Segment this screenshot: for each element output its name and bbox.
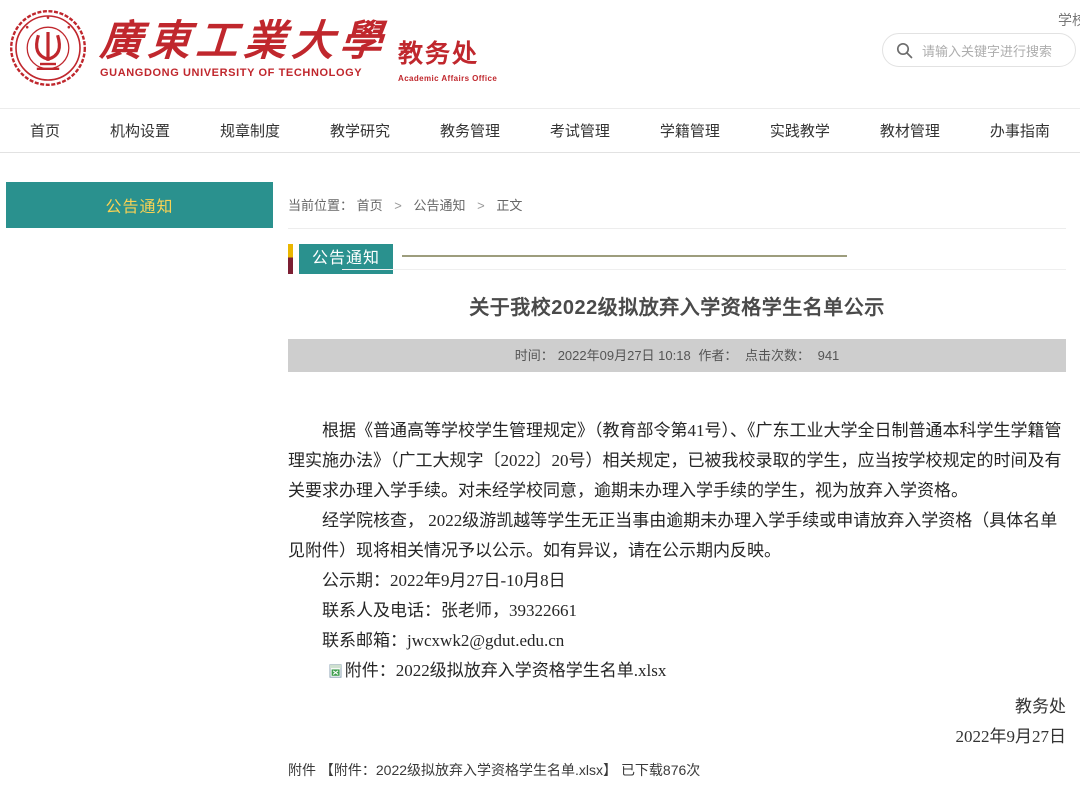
main-area: 公告通知 当前位置： 首页 > 公告通知 > 正文 公告通知 关于我校2022级…: [0, 153, 1080, 780]
breadcrumb-announcements[interactable]: 公告通知: [414, 198, 466, 213]
section-rule-light: [342, 269, 1066, 270]
breadcrumb-separator: >: [394, 198, 402, 213]
attachment-label: 附件：: [345, 661, 396, 680]
article-paragraph: 根据《普通高等学校学生管理规定》（教育部令第41号）、《广东工业大学全日制普通本…: [288, 416, 1066, 506]
article-meta-bar: 时间： 2022年09月27日 10:18 作者： 点击次数： 941: [288, 339, 1066, 372]
nav-item-organization[interactable]: 机构设置: [110, 120, 170, 141]
office-name-english: Academic Affairs Office: [398, 74, 497, 83]
sidebar-item-announcements[interactable]: 公告通知: [6, 182, 273, 228]
signature-department: 教务处: [288, 692, 1066, 722]
university-name: 廣東工業大學 GUANGDONG UNIVERSITY OF TECHNOLOG…: [100, 8, 388, 79]
meta-author-label: 作者：: [698, 348, 737, 363]
article-signature: 教务处 2022年9月27日: [288, 692, 1066, 752]
office-name-chinese: 教务处: [398, 34, 497, 70]
article-publicity-period: 公示期：2022年9月27日-10月8日: [288, 566, 1066, 596]
section-rule-olive: [402, 255, 847, 257]
footer-attachment: 附件 【附件：2022级拟放弃入学资格学生名单.xlsx】 已下载876次: [288, 760, 1066, 780]
breadcrumb-separator: >: [477, 198, 485, 213]
article-contact-email: 联系邮箱：jwcxwk2@gdut.edu.cn: [288, 626, 1066, 656]
main-navigation: 首页 机构设置 规章制度 教学研究 教务管理 考试管理 学籍管理 实践教学 教材…: [0, 108, 1080, 153]
attachment-file-link[interactable]: 2022级拟放弃入学资格学生名单.xlsx: [396, 661, 667, 680]
footer-attachment-label: 附件: [288, 762, 316, 778]
nav-item-student-status[interactable]: 学籍管理: [660, 120, 720, 141]
meta-time-label: 时间：: [515, 348, 554, 363]
breadcrumb: 当前位置： 首页 > 公告通知 > 正文: [288, 153, 1066, 229]
university-name-chinese: 廣東工業大學: [98, 20, 389, 64]
nav-item-academic-affairs[interactable]: 教务管理: [440, 120, 500, 141]
section-rules: [402, 244, 1066, 276]
university-logo[interactable]: 廣東工業大學 GUANGDONG UNIVERSITY OF TECHNOLOG…: [8, 8, 497, 88]
page-title: 关于我校2022级拟放弃入学资格学生名单公示: [288, 291, 1066, 320]
nav-item-teaching-research[interactable]: 教学研究: [330, 120, 390, 141]
site-header: 廣東工業大學 GUANGDONG UNIVERSITY OF TECHNOLOG…: [0, 0, 1080, 108]
nav-item-practical-teaching[interactable]: 实践教学: [770, 120, 830, 141]
footer-attachment-downloads: 已下载876次: [621, 762, 700, 778]
section-accent-bar: [288, 244, 293, 274]
article-paragraph: 经学院核查， 2022级游凯越等学生无正当事由逾期未办理入学手续或申请放弃入学资…: [288, 506, 1066, 566]
top-link-school[interactable]: 学校: [1058, 10, 1080, 30]
university-name-english: GUANGDONG UNIVERSITY OF TECHNOLOGY: [100, 67, 388, 79]
article-body: 根据《普通高等学校学生管理规定》（教育部令第41号）、《广东工业大学全日制普通本…: [288, 416, 1066, 686]
search-placeholder: 请输入关键字进行搜索: [922, 41, 1052, 60]
attachment-line: 附件：2022级拟放弃入学资格学生名单.xlsx: [288, 656, 1066, 686]
meta-clicks-value: 941: [818, 348, 840, 363]
excel-file-icon: [329, 664, 343, 678]
nav-item-home[interactable]: 首页: [30, 120, 60, 141]
breadcrumb-prefix: 当前位置：: [288, 198, 353, 213]
university-seal-icon: [8, 8, 88, 88]
breadcrumb-home[interactable]: 首页: [357, 198, 383, 213]
office-name: 教务处 Academic Affairs Office: [398, 8, 497, 83]
search-icon: [896, 42, 913, 59]
footer-attachment-link[interactable]: 【附件：2022级拟放弃入学资格学生名单.xlsx】: [320, 762, 617, 778]
meta-clicks-label: 点击次数：: [745, 348, 810, 363]
nav-item-regulations[interactable]: 规章制度: [220, 120, 280, 141]
content-area: 当前位置： 首页 > 公告通知 > 正文 公告通知 关于我校2022级拟放弃入学…: [288, 153, 1066, 780]
article-contact-phone: 联系人及电话：张老师，39322661: [288, 596, 1066, 626]
section-header: 公告通知: [288, 244, 1066, 276]
nav-item-service-guide[interactable]: 办事指南: [990, 120, 1050, 141]
search-input[interactable]: 请输入关键字进行搜索: [882, 33, 1076, 67]
breadcrumb-current: 正文: [496, 198, 522, 213]
meta-time-value: 2022年09月27日 10:18: [558, 348, 691, 363]
signature-date: 2022年9月27日: [288, 722, 1066, 752]
nav-item-exam-management[interactable]: 考试管理: [550, 120, 610, 141]
nav-item-textbook-management[interactable]: 教材管理: [880, 120, 940, 141]
